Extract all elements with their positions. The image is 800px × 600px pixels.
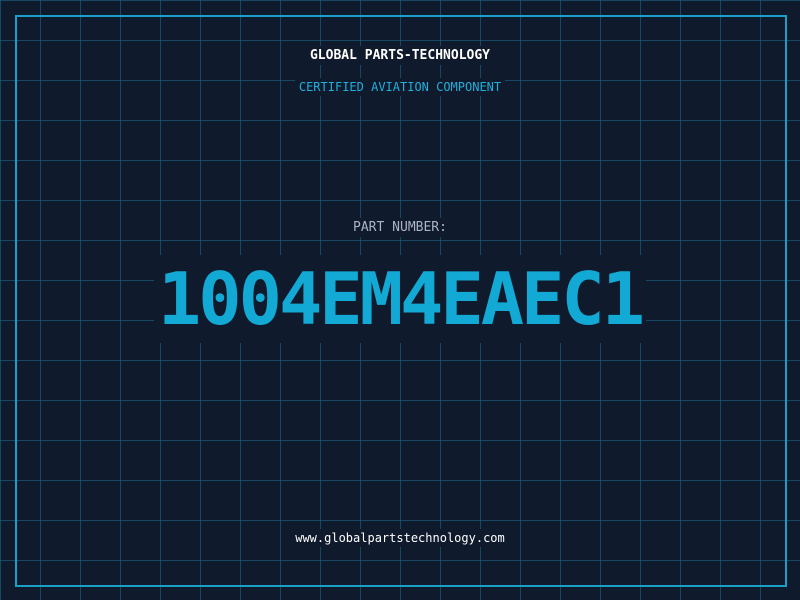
part-number-value: 1004EM4EAEC1: [153, 255, 647, 343]
certification-subtitle-text: CERTIFIED AVIATION COMPONENT: [294, 78, 506, 96]
website-url-text: www.globalpartstechnology.com: [291, 529, 509, 547]
company-name: GLOBAL PARTS-TECHNOLOGY: [0, 46, 800, 65]
part-card: GLOBAL PARTS-TECHNOLOGY CERTIFIED AVIATI…: [0, 0, 800, 600]
part-number-label: PART NUMBER:: [0, 218, 800, 237]
part-number: 1004EM4EAEC1: [0, 254, 800, 344]
part-number-label-text: PART NUMBER:: [349, 218, 451, 237]
certification-subtitle: CERTIFIED AVIATION COMPONENT: [0, 78, 800, 96]
website-url: www.globalpartstechnology.com: [0, 529, 800, 547]
company-name-text: GLOBAL PARTS-TECHNOLOGY: [305, 46, 494, 65]
